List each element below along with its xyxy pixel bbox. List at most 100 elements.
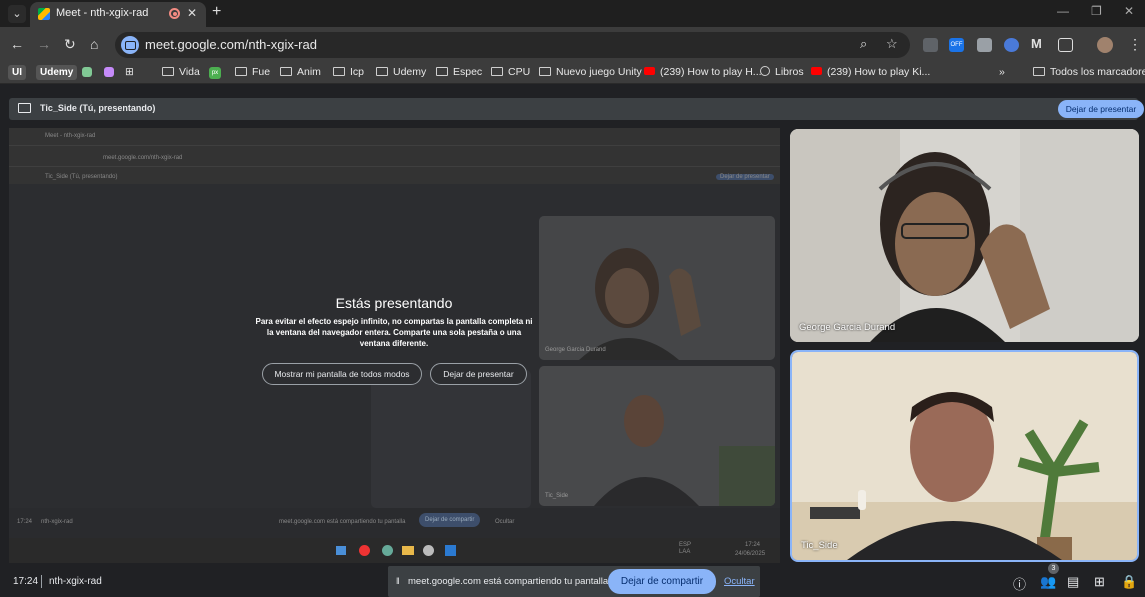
mirrored-george-video (539, 216, 775, 360)
participant-tile-tic-side[interactable]: Tic_Side (790, 350, 1139, 562)
bookmark-udemy[interactable]: Udemy (376, 66, 426, 78)
extension-camera-icon[interactable] (977, 38, 992, 52)
taskbar-folder-icon (402, 546, 414, 555)
drag-handle-icon[interactable]: ‖ (396, 576, 400, 586)
mirrored-share-notice: meet.google.com está compartiendo tu pan… (279, 519, 406, 525)
info-icon[interactable]: ⓘ (1013, 574, 1026, 593)
bookmark-purple-icon[interactable] (104, 67, 114, 77)
tab-search-button[interactable]: ⌄ (8, 5, 26, 23)
taskbar-windows-icon (336, 546, 346, 555)
george-video (790, 129, 1139, 342)
participant-name-george: George Garcia Durand (799, 322, 896, 333)
bookmark-px-icon[interactable]: px (209, 67, 221, 79)
folder-icon (333, 67, 345, 76)
bookmarks-overflow-icon[interactable]: » (999, 66, 1005, 78)
mirrored-taskbar: ESP LAA 17:24 24/06/2025 (9, 538, 780, 563)
bookmark-green-icon[interactable] (82, 67, 92, 77)
bookmark-label: Libros (775, 66, 804, 78)
bookmark-libros[interactable]: Libros (760, 66, 804, 78)
apps-grid-icon[interactable]: ⊞ (125, 66, 134, 78)
menu-kebab-icon[interactable]: ⋮ (1128, 36, 1142, 53)
participant-tile-george[interactable]: George Garcia Durand (790, 129, 1139, 342)
bookmark-star-icon[interactable]: ☆ (886, 36, 898, 52)
forward-button[interactable]: → (37, 36, 51, 52)
screen-share-notice-bar: ‖ meet.google.com está compartiendo tu p… (388, 566, 760, 597)
hide-link[interactable]: Ocultar (724, 576, 755, 587)
people-count-badge: 3 (1048, 563, 1059, 574)
folder-icon (376, 67, 388, 76)
bookmark-label: Nuevo juego Unity (556, 66, 642, 78)
stop-presenting-button[interactable]: Dejar de presentar (1058, 100, 1144, 118)
tab-meet[interactable]: Meet - nth-xgix-rad ✕ (30, 2, 206, 27)
folder-icon (491, 67, 503, 76)
bookmark-label: Espec (453, 66, 483, 78)
bookmark-fue[interactable]: Fue (235, 66, 270, 78)
mirrored-stop-sharing: Dejar de compartir (419, 513, 481, 527)
extensions-puzzle-icon[interactable] (1058, 38, 1073, 52)
mirrored-browser-chrome: Meet - nth-xgix-rad meet.google.com/nth-… (9, 128, 780, 184)
tab-strip: ⌄ Meet - nth-xgix-rad ✕ + — ❐ ✕ (0, 0, 1145, 27)
meet-favicon-icon (38, 8, 50, 20)
host-controls-lock-icon[interactable]: 🔒 (1121, 574, 1137, 590)
bookmark-label: Fue (252, 66, 271, 78)
minimize-icon[interactable]: — (1057, 4, 1069, 18)
extension-cast-icon[interactable] (923, 38, 938, 52)
mirrored-dark-tile (371, 370, 531, 508)
stop-sharing-button[interactable]: Dejar de compartir (608, 569, 716, 594)
bookmark-udemy-chip[interactable]: Udemy (36, 65, 78, 80)
taskbar-clock: 17:24 (745, 542, 761, 548)
bookmark-icp[interactable]: Icp (333, 66, 364, 78)
new-tab-button[interactable]: + (212, 3, 221, 21)
taskbar-app-icon (382, 545, 393, 556)
participant-name-tic-side: Tic_Side (801, 540, 838, 551)
avatar[interactable] (1097, 37, 1113, 53)
mirrored-time: 17:24 (17, 519, 33, 525)
folder-icon (162, 67, 174, 76)
meet-site-icon[interactable] (121, 36, 139, 54)
mirrored-tile-tic: Tic_Side (539, 366, 775, 506)
bookmark-label: Vida (179, 66, 200, 78)
show-screen-anyway-button[interactable]: Mostrar mi pantalla de todos modos (262, 363, 422, 385)
people-icon[interactable]: 👥 (1040, 574, 1056, 590)
back-button[interactable]: ← (10, 36, 24, 52)
activities-grid-icon[interactable]: ⊞ (1094, 574, 1105, 590)
restore-icon[interactable]: ❐ (1091, 4, 1102, 18)
bookmarks-bar: UI Udemy ⊞ Vida px Fue Anim Icp Udemy Es… (0, 62, 1145, 84)
bookmark-youtube-1[interactable]: (239) How to play H... (644, 66, 762, 78)
mirrored-name-george: George Garcia Durand (545, 347, 606, 353)
meet-content: Tic_Side (Tú, presentando) Dejar de pres… (0, 88, 1145, 597)
bookmark-nuevo-juego[interactable]: Nuevo juego Unity (539, 66, 642, 78)
bookmark-label: CPU (508, 66, 531, 78)
close-window-icon[interactable]: ✕ (1124, 4, 1134, 18)
presenting-title: Estás presentando (335, 295, 453, 311)
overlay-stop-presenting-button[interactable]: Dejar de presentar (430, 363, 527, 385)
address-bar[interactable]: meet.google.com/nth-xgix-rad ⌕ ☆ (115, 32, 910, 58)
presenting-banner: Tic_Side (Tú, presentando) Dejar de pres… (9, 98, 1144, 120)
bookmark-cpu[interactable]: CPU (491, 66, 530, 78)
reload-button[interactable]: ↻ (64, 36, 76, 53)
bookmark-vida[interactable]: Vida (162, 66, 200, 78)
tic-side-video (792, 352, 1137, 560)
bookmark-anim[interactable]: Anim (280, 66, 321, 78)
extension-shield-icon[interactable] (1004, 38, 1019, 52)
meeting-code: nth-xgix-rad (49, 576, 102, 587)
bookmark-youtube-2[interactable]: (239) How to play Ki... (811, 66, 930, 78)
close-tab-icon[interactable]: ✕ (187, 6, 197, 20)
extension-off-icon[interactable]: OFF (949, 38, 964, 52)
all-bookmarks[interactable]: Todos los marcadores (1033, 66, 1145, 78)
zoom-icon[interactable]: ⌕ (860, 36, 867, 52)
mirrored-banner: Tic_Side (Tú, presentando) (45, 174, 118, 180)
taskbar-obs-icon (423, 545, 434, 556)
folder-icon (1033, 67, 1045, 76)
bookmark-label: Anim (297, 66, 321, 78)
taskbar-vscode-icon (445, 545, 456, 556)
mirrored-code: nth-xgix-rad (41, 519, 73, 525)
folder-icon (280, 67, 292, 76)
chat-icon[interactable]: ▤ (1067, 574, 1079, 590)
bookmark-label: (239) How to play H... (660, 66, 762, 78)
home-button[interactable]: ⌂ (90, 36, 98, 52)
mirrored-bottom-bar: 17:24 nth-xgix-rad meet.google.com está … (9, 508, 780, 538)
bookmark-espec[interactable]: Espec (436, 66, 482, 78)
extension-m-icon[interactable]: M (1031, 36, 1042, 51)
bookmark-ui[interactable]: UI (8, 65, 26, 80)
